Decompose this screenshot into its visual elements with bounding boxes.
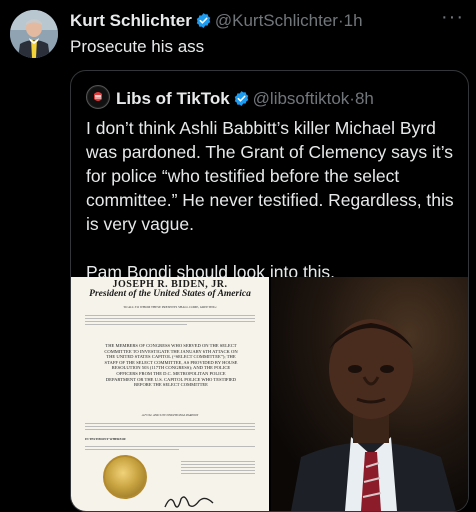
verified-badge-icon — [195, 12, 212, 34]
quoted-avatar[interactable] — [86, 85, 110, 109]
author-handle[interactable]: @KurtSchlichter — [215, 11, 338, 30]
document-witness-lines — [85, 444, 255, 452]
author-avatar[interactable] — [10, 10, 58, 58]
post-text: Prosecute his ass — [70, 37, 205, 56]
document-preamble-lines — [85, 313, 255, 327]
verified-badge-icon — [233, 90, 250, 113]
document-date-lines — [181, 459, 255, 476]
document-subheading: President of the United States of Americ… — [89, 289, 251, 299]
presidential-seal-icon — [103, 455, 147, 499]
quoted-media[interactable]: JOSEPH R. BIDEN, JR. President of the Un… — [71, 277, 468, 511]
quoted-handle[interactable]: @libsoftiktok — [253, 89, 350, 108]
document-greeting: TO ALL TO WHOM THESE PRESENTS SHALL COME… — [123, 305, 217, 309]
quoted-text: I don’t think Ashli Babbitt’s killer Mic… — [86, 118, 454, 282]
document-body: THE MEMBERS OF CONGRESS WHO SERVED ON TH… — [104, 343, 238, 388]
portrait-image — [271, 277, 468, 511]
quoted-time[interactable]: 8h — [355, 89, 374, 108]
tiktok-logo-icon — [88, 87, 108, 107]
quoted-author-name[interactable]: Libs of TikTok — [116, 89, 230, 108]
ellipsis-icon[interactable]: ··· — [441, 6, 464, 29]
document-witness-label: IN TESTIMONY WHEREOF — [85, 437, 127, 441]
signature-icon — [164, 496, 214, 508]
avatar-photo — [10, 10, 58, 58]
document-pardon-label: A FULL AND UNCONDITIONAL PARDON — [141, 413, 199, 417]
document-pardon-lines — [85, 421, 255, 432]
michael-byrd-photo[interactable] — [271, 277, 468, 511]
quoted-post[interactable]: Libs of TikTok @libsoftiktok·8h I don’t t… — [70, 70, 469, 512]
author-name[interactable]: Kurt Schlichter — [70, 11, 192, 30]
post-time[interactable]: 1h — [344, 11, 363, 30]
post-header: Kurt Schlichter @KurtSchlichter·1h — [70, 11, 363, 34]
quoted-header: Libs of TikTok @libsoftiktok·8h — [86, 85, 374, 113]
clemency-document-image[interactable]: JOSEPH R. BIDEN, JR. President of the Un… — [71, 277, 271, 511]
